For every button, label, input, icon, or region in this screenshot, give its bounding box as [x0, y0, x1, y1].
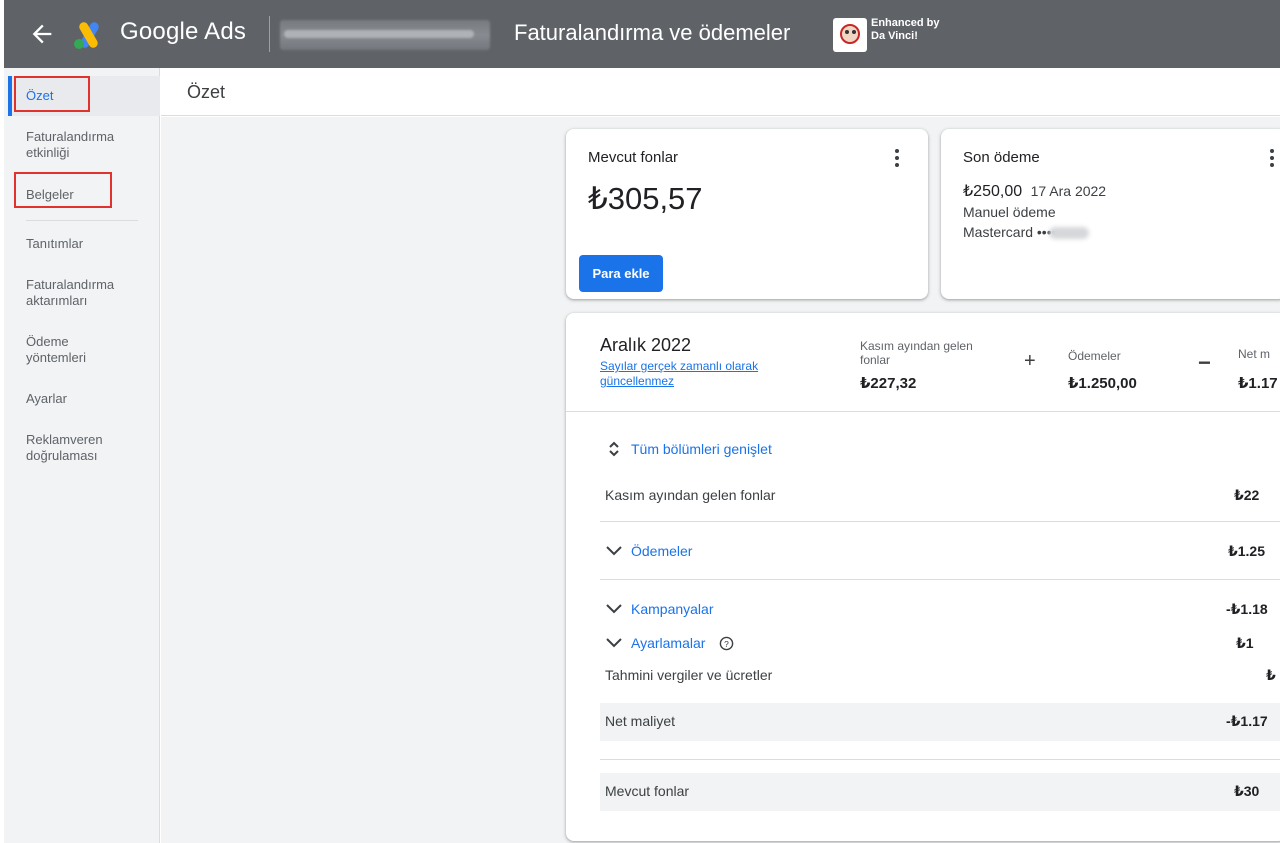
help-icon[interactable]: ? — [719, 636, 734, 651]
summary-col1-label: Kasım ayından gelen fonlar — [860, 339, 973, 367]
sidebar-active-indicator — [8, 76, 12, 116]
adjustments-value: ₺1 — [1236, 635, 1254, 651]
campaigns-section-toggle[interactable]: Kampanyalar — [631, 601, 714, 617]
unfold-more-icon[interactable] — [608, 441, 620, 457]
google-ads-logo-icon — [74, 22, 99, 49]
sidebar-item-settings[interactable]: Ayarlar — [26, 391, 67, 407]
chevron-down-icon[interactable] — [606, 546, 622, 556]
redacted-account-name[interactable] — [280, 20, 490, 50]
chevron-down-icon[interactable] — [606, 638, 622, 648]
row-divider — [600, 579, 1280, 580]
svg-text:?: ? — [724, 639, 729, 649]
summary-col3-value: ₺1.17 — [1238, 375, 1278, 392]
page-title: Faturalandırma ve ödemeler — [514, 20, 791, 45]
summary-col1-value: ₺227,32 — [860, 375, 917, 392]
available-funds-row-value: ₺30 — [1234, 783, 1260, 799]
da-vinci-badge-icon — [833, 18, 867, 52]
payments-value: ₺1.25 — [1228, 543, 1265, 559]
summary-col3-label: Net m — [1238, 347, 1271, 361]
row-divider — [600, 759, 1280, 760]
summary-col2-label: Ödemeler — [1068, 349, 1121, 363]
available-funds-row: Mevcut fonlar ₺30 — [600, 773, 1280, 811]
available-funds-amount: ₺305,57 — [588, 181, 703, 216]
add-funds-button[interactable]: Para ekle — [579, 255, 663, 292]
highlight-box-belgeler — [14, 172, 112, 208]
monthly-summary-card: Aralık 2022 Sayılar gerçek zamanlı olara… — [566, 313, 1280, 841]
highlight-box-ozet — [14, 76, 90, 112]
header-divider — [269, 16, 270, 52]
sidebar-nav: Özet Faturalandırma etkinliği Belgeler T… — [4, 68, 160, 843]
last-payment-title: Son ödeme — [963, 149, 1040, 166]
top-app-bar: Google Ads Faturalandırma ve ödemeler En… — [4, 0, 1280, 68]
net-cost-row: Net maliyet -₺1.17 — [600, 703, 1280, 741]
row-divider — [600, 521, 1280, 522]
last-payment-more-menu-icon[interactable] — [1270, 149, 1274, 170]
summary-col2-value: ₺1.250,00 — [1068, 375, 1137, 392]
funds-more-menu-icon[interactable] — [895, 149, 899, 170]
chevron-down-icon[interactable] — [606, 604, 622, 614]
brand-name: Google Ads — [120, 18, 247, 45]
last-payment-card: Son ödeme ₺250,00 17 Ara 2022 Manuel öde… — [941, 129, 1280, 299]
plus-sign: + — [1024, 350, 1036, 372]
adjustments-section-toggle[interactable]: Ayarlamalar — [631, 635, 705, 651]
back-arrow-icon[interactable] — [28, 20, 56, 48]
redacted-card-digits — [1049, 227, 1089, 239]
main-content: Mevcut fonlar ₺305,57 Para ekle Son ödem… — [161, 117, 1280, 843]
minus-sign: − — [1198, 350, 1211, 375]
summary-header-divider — [566, 411, 1280, 412]
last-payment-amount-line: ₺250,00 17 Ara 2022 — [963, 183, 1107, 200]
available-funds-card: Mevcut fonlar ₺305,57 Para ekle — [566, 129, 928, 299]
payments-section-toggle[interactable]: Ödemeler — [631, 543, 692, 559]
expand-all-sections-link[interactable]: Tüm bölümleri genişlet — [631, 441, 772, 457]
sidebar-item-promotions[interactable]: Tanıtımlar — [26, 236, 83, 252]
available-funds-title: Mevcut fonlar — [588, 149, 679, 166]
sidebar-item-advertiser-verification[interactable]: Reklamveren doğrulaması — [26, 432, 146, 464]
sidebar-divider — [26, 220, 138, 221]
carryover-label: Kasım ayından gelen fonlar — [605, 487, 776, 503]
sidebar-item-billing-transfers[interactable]: Faturalandırma aktarımları — [26, 277, 146, 309]
section-header: Özet — [161, 68, 1280, 116]
realtime-note-link[interactable]: Sayılar gerçek zamanlı olarak güncellenm… — [600, 359, 800, 389]
available-funds-row-label: Mevcut fonlar — [605, 783, 690, 799]
net-cost-label: Net maliyet — [605, 713, 676, 729]
summary-period: Aralık 2022 — [600, 335, 692, 355]
last-payment-card-info: Mastercard •••• — [963, 224, 1057, 240]
last-payment-type: Manuel ödeme — [963, 204, 1056, 220]
taxes-value: ₺ — [1266, 667, 1276, 683]
last-payment-date: 17 Ara 2022 — [1030, 183, 1107, 199]
sidebar-item-payment-methods[interactable]: Ödeme yöntemleri — [26, 334, 116, 366]
sidebar-item-billing-activity[interactable]: Faturalandırma etkinliği — [26, 129, 146, 161]
taxes-label: Tahmini vergiler ve ücretler — [605, 667, 773, 683]
enhanced-by-label: Enhanced by Da Vinci! — [871, 17, 940, 42]
campaigns-value: -₺1.18 — [1226, 601, 1268, 617]
section-title: Özet — [187, 82, 226, 102]
carryover-value: ₺22 — [1234, 487, 1260, 503]
net-cost-value: -₺1.17 — [1226, 713, 1268, 729]
